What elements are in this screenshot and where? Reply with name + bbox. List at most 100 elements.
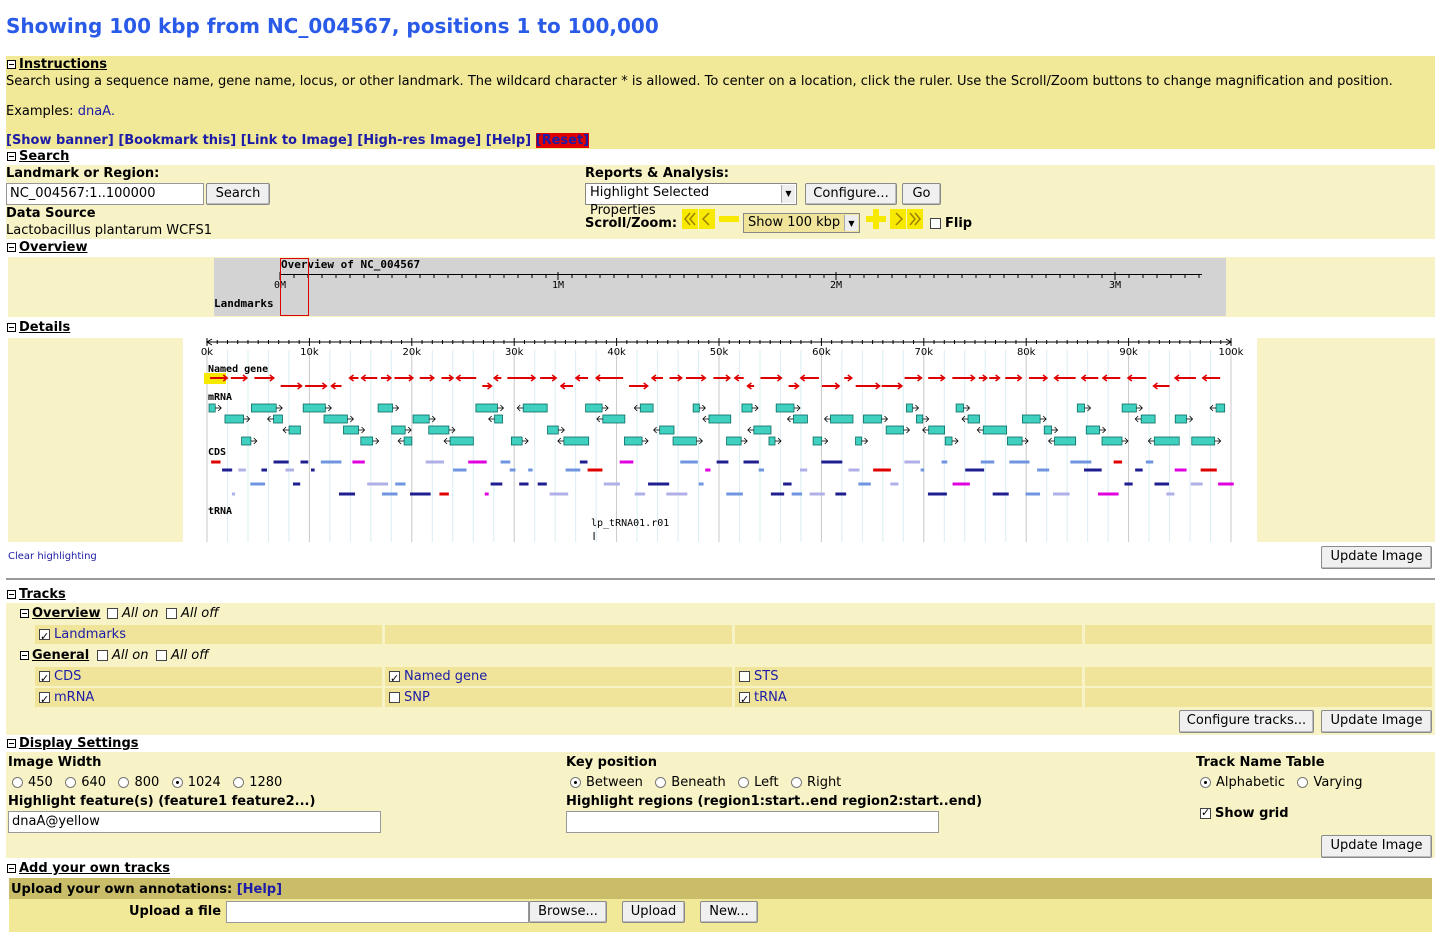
all-on-checkbox[interactable] xyxy=(97,650,108,661)
radio-icon[interactable] xyxy=(570,777,581,788)
radio-icon[interactable] xyxy=(791,777,803,788)
key-position-left[interactable]: Left xyxy=(738,775,779,790)
scroll-right-far-icon[interactable] xyxy=(890,209,924,229)
overview-region-marker[interactable] xyxy=(280,258,309,316)
example-link-dnaa[interactable]: dnaA. xyxy=(78,104,115,119)
named-gene-checkbox[interactable] xyxy=(389,669,400,688)
overview-all-off[interactable]: All off xyxy=(166,606,219,621)
track-option-cds[interactable]: CDS xyxy=(35,667,382,688)
key-position-right[interactable]: Right xyxy=(791,775,841,790)
trna-label[interactable]: tRNA xyxy=(754,690,787,705)
instructions-toggle[interactable]: Instructions xyxy=(7,57,107,72)
all-off-checkbox[interactable] xyxy=(156,650,167,661)
general-all-on[interactable]: All on xyxy=(97,648,148,663)
zoom-out-icon[interactable] xyxy=(719,209,739,229)
track-name-alphabetic[interactable]: Alphabetic xyxy=(1200,775,1285,790)
collapse-icon[interactable] xyxy=(7,243,16,252)
dropdown-arrow-icon[interactable]: ▼ xyxy=(844,215,858,231)
clear-highlighting-link[interactable]: Clear highlighting xyxy=(8,551,97,562)
dropdown-arrow-icon[interactable]: ▼ xyxy=(781,185,795,203)
all-off-checkbox[interactable] xyxy=(166,608,177,619)
go-button[interactable]: Go xyxy=(902,183,941,205)
show-grid-toggle[interactable]: Show grid xyxy=(1200,806,1289,821)
tracks-heading[interactable]: Tracks xyxy=(19,587,66,602)
flip-toggle[interactable]: Flip xyxy=(930,216,972,231)
mrna-label[interactable]: mRNA xyxy=(54,690,94,705)
landmark-input[interactable]: NC_004567:1..100000 xyxy=(6,183,204,205)
highlight-regions-input[interactable] xyxy=(566,811,939,833)
update-image-button-tracks[interactable]: Update Image xyxy=(1321,710,1432,733)
track-option-trna[interactable]: tRNA xyxy=(735,688,1082,709)
new-button[interactable]: New... xyxy=(700,901,758,923)
configure-button[interactable]: Configure... xyxy=(805,183,897,205)
details-toggle[interactable]: Details xyxy=(7,320,70,335)
general-all-off[interactable]: All off xyxy=(156,648,209,663)
radio-icon[interactable] xyxy=(12,777,23,788)
track-option-named-gene[interactable]: Named gene xyxy=(385,667,732,688)
landmarks-label[interactable]: Landmarks xyxy=(54,627,126,642)
width-option-640[interactable]: 640 xyxy=(65,775,106,790)
general-group-heading[interactable]: General xyxy=(32,648,89,663)
key-position-beneath[interactable]: Beneath xyxy=(655,775,726,790)
key-position-between[interactable]: Between xyxy=(570,775,643,790)
trna-feature-label[interactable]: lp_tRNA01.r01 xyxy=(591,518,669,529)
collapse-icon[interactable] xyxy=(20,651,29,660)
width-option-800[interactable]: 800 xyxy=(118,775,159,790)
show-grid-checkbox[interactable] xyxy=(1200,806,1211,819)
radio-icon[interactable] xyxy=(65,777,77,788)
cds-label[interactable]: CDS xyxy=(54,669,81,684)
add-tracks-toggle[interactable]: Add your own tracks xyxy=(7,861,170,876)
radio-icon[interactable] xyxy=(171,777,183,788)
zoom-select[interactable]: Show 100 kbp ▼ xyxy=(743,213,860,233)
instructions-heading[interactable]: Instructions xyxy=(19,57,107,72)
track-option-mrna[interactable]: mRNA xyxy=(35,688,382,709)
track-option-sts[interactable]: STS xyxy=(735,667,1082,686)
help-link[interactable]: [Help] xyxy=(486,133,531,148)
search-heading[interactable]: Search xyxy=(19,149,69,164)
collapse-icon[interactable] xyxy=(7,60,16,69)
sts-label[interactable]: STS xyxy=(754,669,778,684)
details-heading[interactable]: Details xyxy=(19,320,70,335)
general-group-toggle[interactable]: General xyxy=(20,648,89,663)
named-gene-label[interactable]: Named gene xyxy=(404,669,487,684)
highlight-features-input[interactable]: dnaA@yellow xyxy=(8,811,381,833)
width-option-450[interactable]: 450 xyxy=(12,775,53,790)
mrna-checkbox[interactable] xyxy=(39,690,50,709)
radio-icon[interactable] xyxy=(1200,777,1211,788)
snp-label[interactable]: SNP xyxy=(404,690,430,705)
show-banner-link[interactable]: [Show banner] xyxy=(6,133,114,148)
search-button[interactable]: Search xyxy=(206,183,270,205)
upload-button[interactable]: Upload xyxy=(622,901,685,923)
tracks-toggle[interactable]: Tracks xyxy=(7,587,66,602)
display-settings-heading[interactable]: Display Settings xyxy=(19,736,138,751)
radio-icon[interactable] xyxy=(655,777,667,788)
width-option-1280[interactable]: 1280 xyxy=(233,775,282,790)
trna-checkbox[interactable] xyxy=(739,690,750,709)
browse-button[interactable]: Browse... xyxy=(529,901,607,923)
collapse-icon[interactable] xyxy=(7,864,16,873)
search-toggle[interactable]: Search xyxy=(7,149,69,164)
collapse-icon[interactable] xyxy=(7,323,16,332)
track-name-varying[interactable]: Varying xyxy=(1297,775,1362,790)
scroll-left-far-icon[interactable] xyxy=(682,209,716,229)
radio-icon[interactable] xyxy=(738,777,750,788)
collapse-icon[interactable] xyxy=(7,739,16,748)
configure-tracks-button[interactable]: Configure tracks... xyxy=(1179,710,1314,733)
collapse-icon[interactable] xyxy=(7,152,16,161)
zoom-in-icon[interactable] xyxy=(866,209,886,229)
add-tracks-heading[interactable]: Add your own tracks xyxy=(19,861,170,876)
upload-help-link[interactable]: [Help] xyxy=(237,882,282,897)
cds-checkbox[interactable] xyxy=(39,669,50,688)
overview-heading[interactable]: Overview xyxy=(19,240,88,255)
collapse-icon[interactable] xyxy=(20,609,29,618)
flip-checkbox[interactable] xyxy=(930,218,941,229)
track-option-snp[interactable]: SNP xyxy=(385,688,732,707)
reset-link[interactable]: [Reset] xyxy=(535,133,590,148)
landmarks-checkbox[interactable] xyxy=(39,627,50,646)
all-on-checkbox[interactable] xyxy=(107,608,118,619)
details-image[interactable]: 0k 10k 20k 30k 40k 50k 60k 70k 80k 90k 100k xyxy=(200,336,1250,544)
bookmark-link[interactable]: [Bookmark this] xyxy=(118,133,236,148)
overview-toggle[interactable]: Overview xyxy=(7,240,88,255)
update-image-button-details[interactable]: Update Image xyxy=(1321,546,1432,569)
radio-icon[interactable] xyxy=(233,777,245,788)
